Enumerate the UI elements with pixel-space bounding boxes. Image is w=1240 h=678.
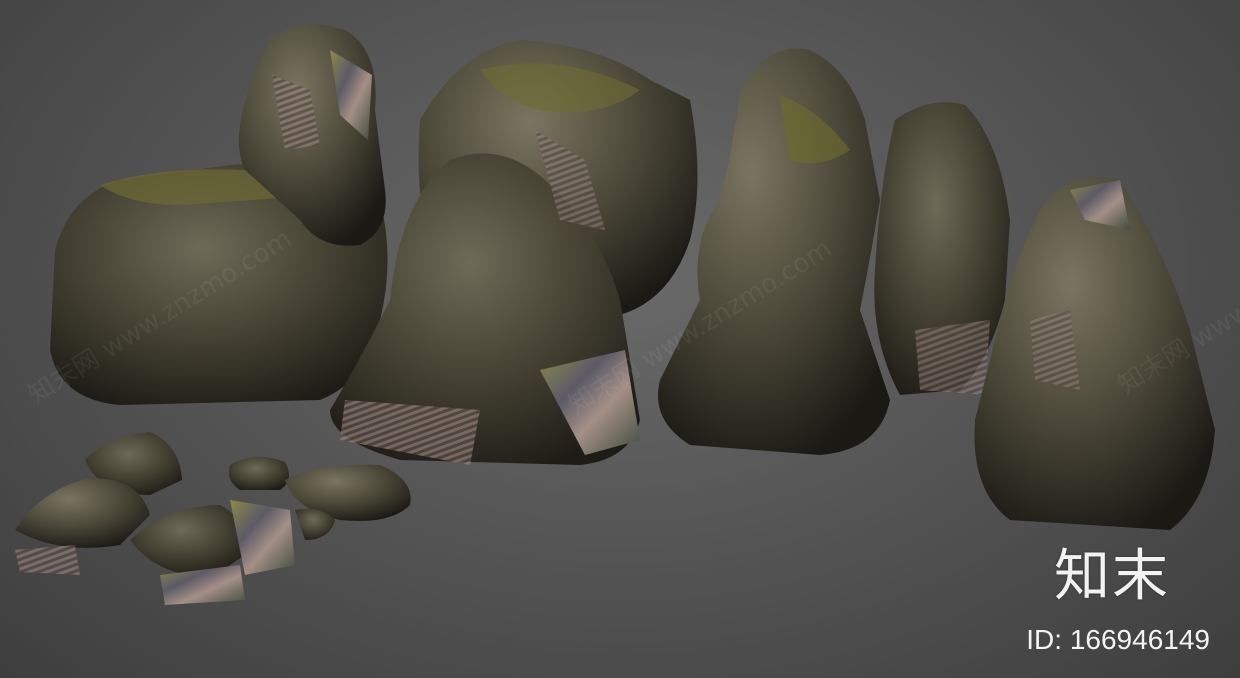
brand-logo: 知末	[1054, 544, 1170, 609]
image-id: ID: 166946149	[1026, 624, 1210, 655]
pebble-cluster	[15, 432, 411, 605]
rock-right-middle	[874, 102, 1010, 395]
rock-center-right	[658, 48, 890, 455]
